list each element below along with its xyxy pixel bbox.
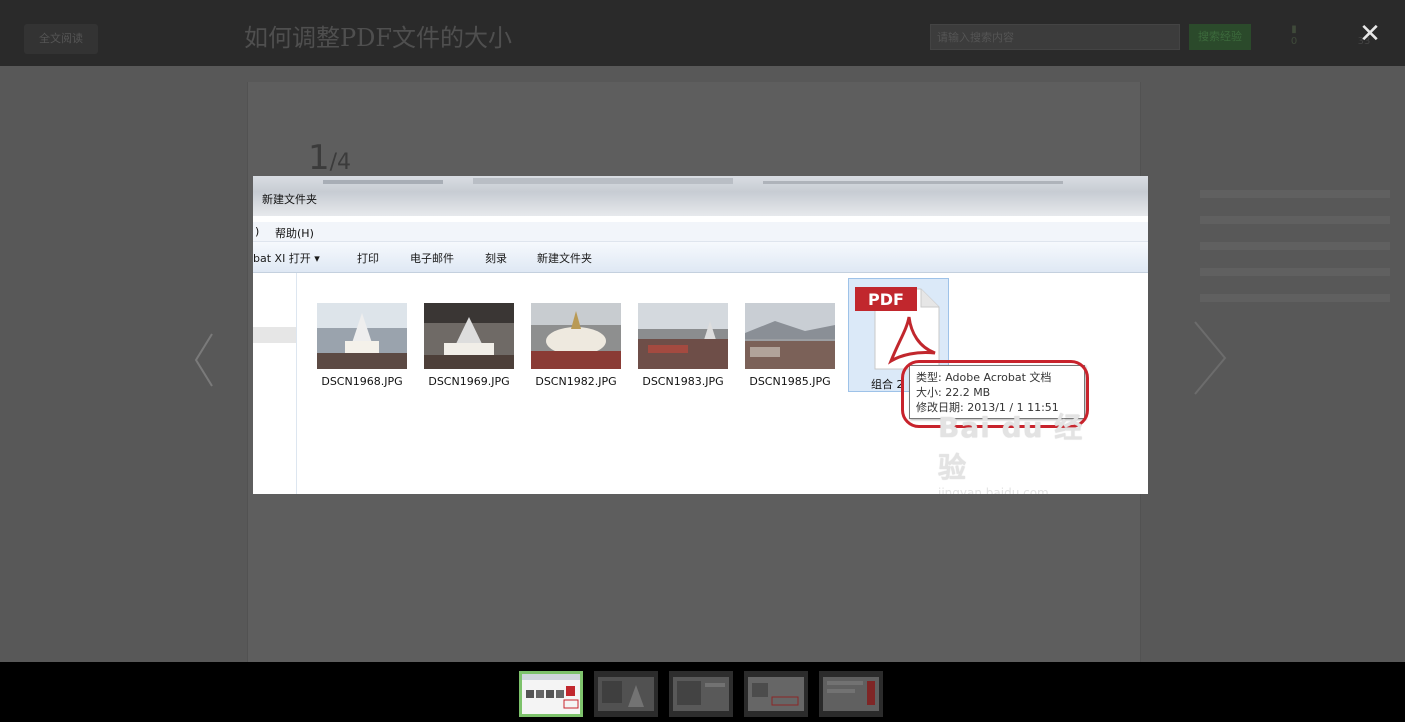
file-name: DSCN1968.JPG xyxy=(321,375,403,388)
page-title: 如何调整PDF文件的大小 xyxy=(244,24,513,52)
photo-thumbnail xyxy=(531,303,621,369)
thumbnail-image xyxy=(669,671,733,717)
menu-partial[interactable]: ) xyxy=(255,225,259,238)
baidu-jingyan-watermark: Bai du 经验 jingyan.baidu.com xyxy=(938,406,1108,494)
navigation-pane xyxy=(253,273,297,494)
thumbnail-image xyxy=(744,671,808,717)
prev-arrow-icon[interactable] xyxy=(190,330,220,390)
bar-chart-icon: ▮ xyxy=(1291,24,1297,35)
page-counter: 1/4 xyxy=(308,138,351,178)
file-name: DSCN1982.JPG xyxy=(535,375,617,388)
nav-pane-item[interactable] xyxy=(253,327,296,343)
titlebar-blur xyxy=(323,178,1063,184)
photo-thumbnail xyxy=(745,303,835,369)
full-read-button[interactable]: 全文阅读 xyxy=(24,24,98,54)
thumbnail-1[interactable] xyxy=(519,671,583,717)
thumbnail-image xyxy=(594,671,658,717)
pdf-file-name: 组合 2 xyxy=(871,378,904,391)
email-button[interactable]: 电子邮件 xyxy=(410,250,454,266)
photo-thumbnail xyxy=(638,303,728,369)
next-arrow-icon[interactable] xyxy=(1185,318,1235,398)
window-titlebar: 新建文件夹 xyxy=(253,176,1148,216)
file-name: DSCN1985.JPG xyxy=(749,375,831,388)
svg-text:PDF: PDF xyxy=(868,290,904,309)
screenshot-image: 新建文件夹 ) 帮助(H) bat XI 打开 ▾ 打印 电子邮件 刻录 新建文… xyxy=(253,176,1148,494)
photo-thumbnail xyxy=(424,303,514,369)
menu-help[interactable]: 帮助(H) xyxy=(275,225,314,241)
search-input[interactable]: 请输入搜索内容 xyxy=(930,24,1180,50)
vote-stat[interactable]: ▮ 0 xyxy=(1282,24,1306,47)
search-button[interactable]: 搜索经验 xyxy=(1189,24,1251,50)
thumbnail-strip xyxy=(0,662,1405,722)
thumbnail-3[interactable] xyxy=(669,671,733,717)
watermark-logo: Bai du 经验 xyxy=(938,411,1084,484)
thumbnail-image xyxy=(819,671,883,717)
top-bar: 全文阅读 如何调整PDF文件的大小 请输入搜索内容 搜索经验 ▮ 0 33 ✕ xyxy=(0,0,1405,66)
print-button[interactable]: 打印 xyxy=(357,250,379,266)
watermark-url: jingyan.baidu.com xyxy=(938,486,1049,494)
new-folder-button[interactable]: 新建文件夹 xyxy=(537,250,592,266)
thumbnail-4[interactable] xyxy=(744,671,808,717)
page-total: /4 xyxy=(329,150,352,175)
explorer-toolbar: bat XI 打开 ▾ 打印 电子邮件 刻录 新建文件夹 xyxy=(253,242,1148,273)
open-with-acrobat-button[interactable]: bat XI 打开 ▾ xyxy=(253,250,320,266)
burn-button[interactable]: 刻录 xyxy=(485,250,507,266)
thumbnail-image xyxy=(522,674,580,714)
vote-count: 0 xyxy=(1290,36,1298,47)
photo-thumbnail xyxy=(317,303,407,369)
file-name: DSCN1983.JPG xyxy=(642,375,724,388)
thumbnail-2[interactable] xyxy=(594,671,658,717)
close-viewer-button[interactable]: ✕ xyxy=(1354,18,1386,50)
menu-bar: ) 帮助(H) xyxy=(253,222,1148,242)
window-title: 新建文件夹 xyxy=(262,193,317,206)
page-current: 1 xyxy=(308,138,330,178)
file-name: DSCN1969.JPG xyxy=(428,375,510,388)
right-panel xyxy=(1200,190,1390,320)
thumbnail-5[interactable] xyxy=(819,671,883,717)
